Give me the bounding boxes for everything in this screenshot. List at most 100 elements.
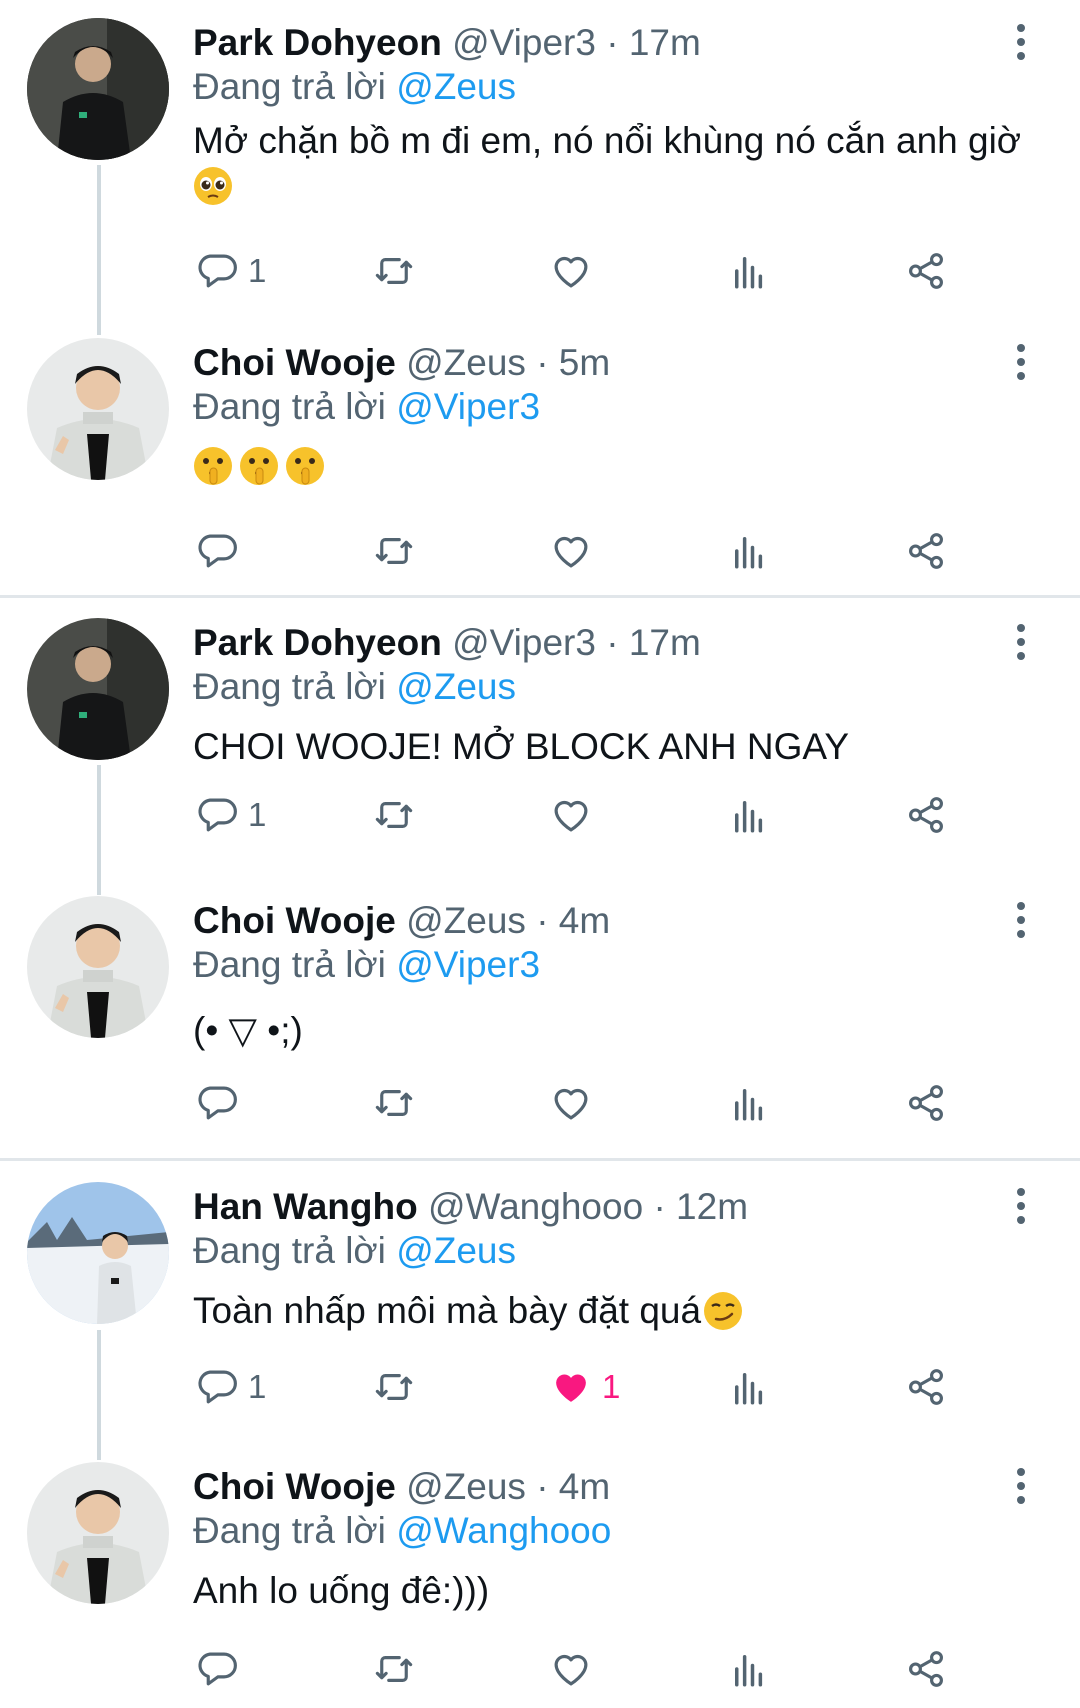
tweet-header: Park Dohyeon @Viper3 · 17m <box>193 618 701 668</box>
display-name[interactable]: Choi Wooje <box>193 342 396 383</box>
like-icon <box>554 1654 588 1686</box>
timestamp[interactable]: 12m <box>676 1186 748 1227</box>
reply-button[interactable] <box>196 526 248 576</box>
like-button[interactable] <box>550 246 602 296</box>
more-icon[interactable] <box>1005 342 1037 386</box>
reply-count: 1 <box>248 252 267 289</box>
like-count: 1 <box>602 1368 621 1405</box>
views-button[interactable] <box>728 790 770 840</box>
timestamp[interactable]: 4m <box>559 1466 610 1507</box>
user-handle[interactable]: @Zeus <box>406 900 526 941</box>
tweet-actions: 1 <box>193 246 1023 296</box>
retweet-icon <box>375 1656 413 1682</box>
views-button[interactable] <box>728 1644 770 1694</box>
user-handle[interactable]: @Viper3 <box>452 22 596 63</box>
timestamp[interactable]: 5m <box>559 342 610 383</box>
avatar[interactable] <box>27 618 169 760</box>
tweet-text: Mở chặn bồ m đi em, nó nổi khùng nó cắn … <box>193 118 1043 206</box>
user-handle[interactable]: @Zeus <box>406 1466 526 1507</box>
more-icon[interactable] <box>1005 900 1037 944</box>
display-name[interactable]: Park Dohyeon <box>193 622 442 663</box>
retweet-icon <box>375 258 413 284</box>
retweet-button[interactable] <box>373 246 415 296</box>
replying-to: Đang trả lời @Zeus <box>193 1228 516 1274</box>
tweet[interactable]: Choi Wooje @Zeus · 4m Đang trả lời @Wang… <box>0 1462 1080 1708</box>
reply-button[interactable] <box>196 1644 248 1694</box>
retweet-button[interactable] <box>373 1362 415 1412</box>
separator: · <box>606 622 619 663</box>
replying-label: Đang trả lời <box>193 944 386 985</box>
avatar[interactable] <box>27 896 169 1038</box>
share-button[interactable] <box>905 526 947 576</box>
more-icon[interactable] <box>1005 22 1037 66</box>
share-button[interactable] <box>905 246 947 296</box>
views-button[interactable] <box>728 246 770 296</box>
mention-link[interactable]: @Zeus <box>396 1230 516 1271</box>
views-icon <box>735 801 763 833</box>
share-button[interactable] <box>905 1078 947 1128</box>
shushing-face-emoji <box>193 446 233 486</box>
user-handle[interactable]: @Wanghooo <box>428 1186 643 1227</box>
emoji-row <box>193 166 1043 206</box>
mention-link[interactable]: @Wanghooo <box>396 1510 611 1551</box>
retweet-button[interactable] <box>373 1644 415 1694</box>
views-icon <box>735 537 763 569</box>
display-name[interactable]: Choi Wooje <box>193 1466 396 1507</box>
timestamp[interactable]: 17m <box>629 22 701 63</box>
avatar[interactable] <box>27 1182 169 1324</box>
views-icon <box>735 257 763 289</box>
more-icon[interactable] <box>1005 622 1037 666</box>
tweet[interactable]: Choi Wooje @Zeus · 4m Đang trả lời @Vipe… <box>0 896 1080 1146</box>
like-button[interactable] <box>550 790 602 840</box>
like-icon <box>554 256 588 288</box>
reply-button[interactable] <box>196 1078 248 1128</box>
mention-link[interactable]: @Viper3 <box>396 386 540 427</box>
tweet[interactable]: Park Dohyeon @Viper3 · 17m Đang trả lời … <box>0 618 1080 868</box>
avatar[interactable] <box>27 1462 169 1604</box>
display-name[interactable]: Choi Wooje <box>193 900 396 941</box>
reply-count: 1 <box>248 1368 267 1405</box>
mention-link[interactable]: @Viper3 <box>396 944 540 985</box>
avatar[interactable] <box>27 18 169 160</box>
share-button[interactable] <box>905 790 947 840</box>
views-button[interactable] <box>728 1362 770 1412</box>
user-handle[interactable]: @Zeus <box>406 342 526 383</box>
more-icon[interactable] <box>1005 1186 1037 1230</box>
retweet-button[interactable] <box>373 790 415 840</box>
reply-button[interactable]: 1 <box>196 1362 266 1412</box>
share-icon <box>909 253 943 289</box>
views-button[interactable] <box>728 526 770 576</box>
tweet[interactable]: Park Dohyeon @Viper3 · 17m Đang trả lời … <box>0 18 1080 318</box>
like-button[interactable] <box>550 526 602 576</box>
tweet-header: Park Dohyeon @Viper3 · 17m <box>193 18 701 68</box>
reply-icon <box>198 254 237 288</box>
like-button[interactable] <box>550 1078 602 1128</box>
smirking-face-emoji <box>703 1291 743 1331</box>
display-name[interactable]: Han Wangho <box>193 1186 418 1227</box>
more-icon[interactable] <box>1005 1466 1037 1510</box>
share-button[interactable] <box>905 1644 947 1694</box>
reply-button[interactable]: 1 <box>196 790 266 840</box>
like-button[interactable]: 1 <box>550 1362 620 1412</box>
mention-link[interactable]: @Zeus <box>396 66 516 107</box>
retweet-button[interactable] <box>373 526 415 576</box>
tweet[interactable]: Choi Wooje @Zeus · 5m Đang trả lời @Vipe… <box>0 338 1080 588</box>
replying-label: Đang trả lời <box>193 1230 386 1271</box>
like-button[interactable] <box>550 1644 602 1694</box>
tweet-text-body: Anh lo uống đê:))) <box>193 1570 490 1611</box>
timestamp[interactable]: 17m <box>629 622 701 663</box>
user-handle[interactable]: @Viper3 <box>452 622 596 663</box>
display-name[interactable]: Park Dohyeon <box>193 22 442 63</box>
reply-count: 1 <box>248 796 267 833</box>
tweet-text-body: (• ▽ •;) <box>193 1010 303 1051</box>
views-button[interactable] <box>728 1078 770 1128</box>
avatar[interactable] <box>27 338 169 480</box>
like-icon <box>554 800 588 832</box>
reply-button[interactable]: 1 <box>196 246 266 296</box>
timestamp[interactable]: 4m <box>559 900 610 941</box>
share-button[interactable] <box>905 1362 947 1412</box>
mention-link[interactable]: @Zeus <box>396 666 516 707</box>
tweet[interactable]: Han Wangho @Wanghooo · 12m Đang trả lời … <box>0 1182 1080 1432</box>
retweet-button[interactable] <box>373 1078 415 1128</box>
liked-heart-icon <box>556 1374 586 1402</box>
